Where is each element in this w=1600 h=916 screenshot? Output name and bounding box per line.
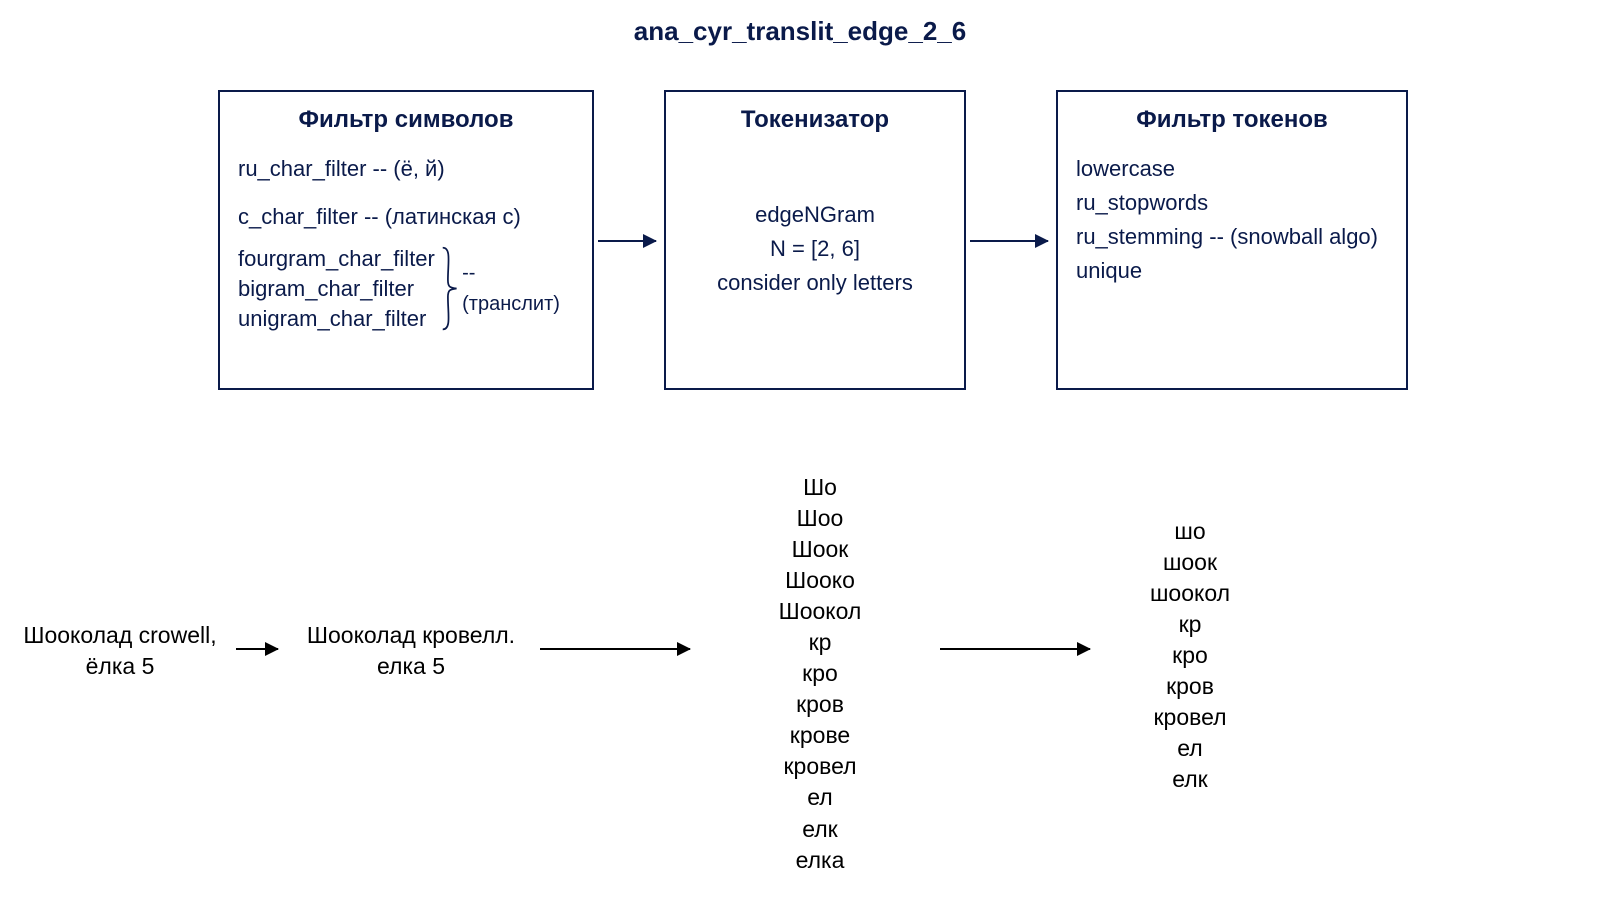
- arrow-icon: [236, 648, 278, 650]
- example-input: Шооколад crowell,ёлка 5: [20, 620, 220, 682]
- arrow-icon: [970, 240, 1048, 242]
- arrow-icon: [540, 648, 690, 650]
- diagram-title: ana_cyr_translit_edge_2_6: [0, 16, 1600, 47]
- example-after-charfilter: Шооколад кровелл.елка 5: [296, 620, 526, 682]
- char-filter-box: Фильтр символов ru_char_filter -- (ё, й)…: [218, 90, 594, 390]
- char-filter-gram-c: unigram_char_filter: [238, 304, 435, 334]
- token-filter-line-3: ru_stemming -- (snowball algo): [1076, 220, 1388, 254]
- token-filter-line-2: ru_stopwords: [1076, 186, 1388, 220]
- tokenizer-box: Токенизатор edgeNGram N = [2, 6] conside…: [664, 90, 966, 390]
- tokenizer-line-2: N = [2, 6]: [684, 232, 946, 266]
- char-filter-title: Фильтр символов: [238, 106, 574, 134]
- token-filter-line-4: unique: [1076, 254, 1388, 288]
- token-filter-line-1: lowercase: [1076, 152, 1388, 186]
- token-filter-title: Фильтр токенов: [1076, 106, 1388, 134]
- char-filter-gram-a: fourgram_char_filter: [238, 244, 435, 274]
- arrow-icon: [940, 648, 1090, 650]
- token-filter-box: Фильтр токенов lowercase ru_stopwords ru…: [1056, 90, 1408, 390]
- char-filter-gram-list: fourgram_char_filter bigram_char_filter …: [238, 244, 435, 333]
- curly-bracket-icon: [441, 246, 458, 331]
- char-filter-gram-b: bigram_char_filter: [238, 274, 435, 304]
- char-filter-line-2: c_char_filter -- (латинская с): [238, 200, 574, 234]
- char-filter-line-1: ru_char_filter -- (ё, й): [238, 152, 574, 186]
- tokenizer-line-3: consider only letters: [684, 266, 946, 300]
- tokenizer-line-1: edgeNGram: [684, 198, 946, 232]
- tokenizer-title: Токенизатор: [684, 106, 946, 134]
- example-after-tokenfilter: шошоокшооколкркрокровкровелелелк: [1100, 516, 1280, 795]
- example-after-tokenizer: ШоШооШоокШоокоШооколкркрокровкровекровел…: [730, 472, 910, 876]
- char-filter-gram-note: -- (транслит): [462, 258, 574, 320]
- arrow-icon: [598, 240, 656, 242]
